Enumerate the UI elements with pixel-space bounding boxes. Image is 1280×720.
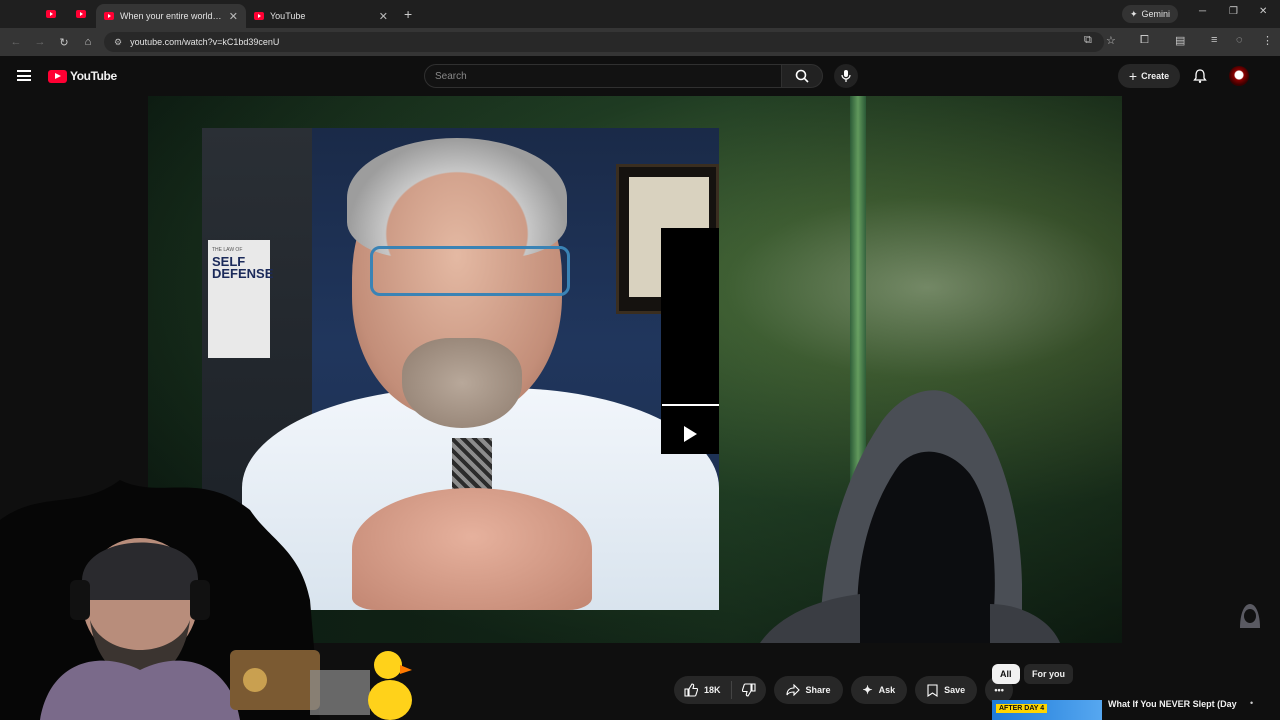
embedded-progress-bar [662,404,719,406]
gemini-label: Gemini [1141,9,1171,19]
sparkle-icon: ✦ [862,683,873,697]
voice-search-button[interactable] [834,64,858,88]
youtube-favicon-icon [76,10,86,18]
ask-label: Ask [878,685,896,695]
self-defense-book: THE LAW OF SELF DEFENSE [208,240,274,358]
share-label: Share [805,685,831,695]
bookmark-icon [927,683,938,697]
tab-active[interactable]: When your entire worldview FA ✕ [96,4,246,28]
sparkle-icon: ✦ [1130,8,1138,19]
url-field[interactable]: ⚙ youtube.com/watch?v=kC1bd39cenU [104,32,1104,52]
book-title-line2: DEFENSE [212,266,274,281]
chip-for-you[interactable]: For you [1024,664,1073,684]
search-icon [795,69,809,83]
like-count: 18K [704,685,721,695]
account-avatar[interactable] [1229,66,1249,86]
tab-youtube[interactable]: YouTube ✕ [246,4,396,28]
notifications-bell-icon[interactable] [1192,68,1208,84]
microphone-icon [841,70,851,82]
bookmark-star-icon[interactable]: ☆ [1106,34,1116,47]
browser-tab-bar: When your entire worldview FA ✕ YouTube … [0,0,1280,28]
close-tab-icon[interactable]: ✕ [229,10,238,23]
ask-button[interactable]: ✦ Ask [850,676,908,704]
reload-icon[interactable]: ↻ [52,36,76,49]
thumbnail-badge: AFTER DAY 4 [996,704,1048,713]
tab-title: YouTube [270,11,306,21]
youtube-favicon-icon [46,10,56,18]
media-icon[interactable]: ≡ [1211,34,1217,46]
menu-kebab-icon[interactable]: ⋮ [1262,34,1273,47]
video-actions: 18K Share ✦ Ask Save ••• [674,676,1014,704]
youtube-logo[interactable]: YouTube [48,69,117,83]
plus-icon: + [1128,68,1138,84]
save-button[interactable]: Save [915,676,978,704]
install-app-icon[interactable]: ⧉ [1084,34,1092,47]
man-beard [402,338,522,428]
embedded-video-panel [661,228,719,454]
forward-icon[interactable]: → [28,36,52,48]
man-glasses [370,246,570,296]
new-tab-icon[interactable]: + [404,6,412,22]
side-panel-icon[interactable]: ▤ [1175,34,1185,47]
share-button[interactable]: Share [773,676,843,704]
pinned-tab-1[interactable] [36,0,66,28]
like-button[interactable]: 18K [674,683,731,697]
like-dislike-group: 18K [674,676,766,704]
create-label: Create [1141,71,1170,81]
recommendation-menu-icon[interactable]: • [1250,698,1253,708]
youtube-header: YouTube Search + Create [0,56,1280,96]
site-info-icon[interactable]: ⚙ [114,37,122,48]
extensions-icon[interactable]: ⧠ [1140,34,1149,47]
profile-icon[interactable]: ◌ [1236,34,1243,46]
play-icon[interactable] [680,424,700,444]
search-input[interactable]: Search [424,64,782,88]
create-button[interactable]: + Create [1118,64,1180,88]
logo-text: YouTube [70,69,117,83]
back-icon[interactable]: ← [4,36,28,48]
save-label: Save [944,685,966,695]
youtube-favicon-icon [254,12,264,20]
thumbs-up-icon [684,683,698,697]
close-tab-icon[interactable]: ✕ [379,10,388,23]
restore-icon[interactable]: ❐ [1229,6,1238,17]
gemini-button[interactable]: ✦ Gemini [1122,5,1179,23]
thumbs-down-icon [741,683,756,697]
more-dots-icon: ••• [994,685,1004,695]
recommendation-title[interactable]: What If You NEVER Slept (Day [1108,699,1248,709]
recommendation-thumbnail[interactable]: AFTER DAY 4 [992,700,1102,720]
minimize-icon[interactable]: ─ [1199,6,1206,17]
tab-title: When your entire worldview FA [120,11,223,21]
home-icon[interactable]: ⌂ [76,36,100,48]
youtube-play-logo-icon [48,69,67,83]
share-arrow-icon [785,684,800,696]
dislike-button[interactable] [732,683,766,697]
hamburger-menu-icon[interactable] [17,70,31,81]
man-hair [347,138,567,258]
hooded-mascot-icon [1240,604,1260,628]
youtube-favicon-icon [104,12,114,20]
url-text: youtube.com/watch?v=kC1bd39cenU [130,37,280,47]
pinned-tab-2[interactable] [66,0,96,28]
address-toolbar: ← → ↻ ⌂ ⚙ youtube.com/watch?v=kC1bd39cen… [0,28,1280,56]
close-window-icon[interactable]: ✕ [1259,6,1267,17]
search-button[interactable] [781,64,823,88]
streamer-webcam-overlay [0,480,412,720]
chip-all[interactable]: All [992,664,1020,684]
hooded-figure-image [760,390,1060,643]
